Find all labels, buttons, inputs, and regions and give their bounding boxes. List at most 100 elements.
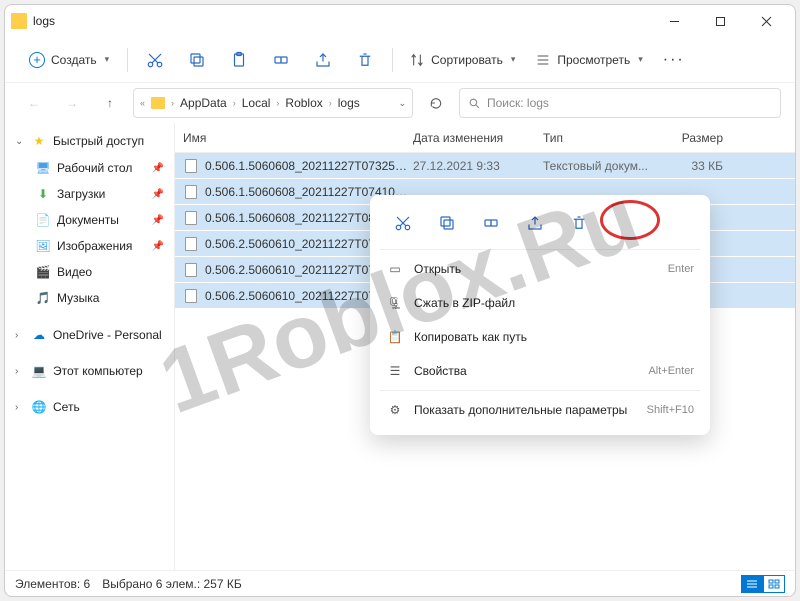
breadcrumb-segment[interactable]: AppData bbox=[178, 96, 229, 110]
sidebar-onedrive[interactable]: › ☁ OneDrive - Personal bbox=[5, 321, 174, 349]
paste-button[interactable] bbox=[220, 43, 258, 77]
file-name: 0.506.1.5060608_20211227T073259Z_Playe..… bbox=[205, 159, 413, 173]
file-type: Текстовый докум... bbox=[543, 159, 653, 173]
column-name[interactable]: Имя bbox=[183, 131, 413, 145]
statusbar: Элементов: 6 Выбрано 6 элем.: 257 КБ bbox=[5, 570, 795, 596]
maximize-button[interactable] bbox=[697, 5, 743, 37]
file-row[interactable]: 0.506.1.5060608_20211227T073259Z_Playe..… bbox=[175, 153, 795, 179]
icons-view-button[interactable] bbox=[763, 575, 785, 593]
cm-label: Открыть bbox=[414, 262, 461, 276]
sidebar-item-downloads[interactable]: ⬇ Загрузки 📌 bbox=[5, 181, 174, 207]
breadcrumb-segment[interactable]: Roblox bbox=[283, 96, 324, 110]
chevron-down-icon: ▾ bbox=[511, 54, 516, 65]
minimize-button[interactable] bbox=[651, 5, 697, 37]
chevron-down-icon: ▾ bbox=[638, 54, 643, 65]
search-icon bbox=[468, 97, 481, 110]
view-label: Просмотреть bbox=[557, 53, 630, 67]
document-icon: 📄 bbox=[35, 212, 51, 228]
details-view-button[interactable] bbox=[741, 575, 763, 593]
forward-button[interactable]: → bbox=[57, 89, 87, 117]
cm-copy-button[interactable] bbox=[428, 207, 466, 239]
music-icon: 🎵 bbox=[35, 290, 51, 306]
more-button[interactable]: ··· bbox=[655, 51, 693, 69]
share-button[interactable] bbox=[304, 43, 342, 77]
back-button[interactable]: ← bbox=[19, 89, 49, 117]
divider bbox=[127, 48, 128, 72]
cm-share-button[interactable] bbox=[516, 207, 554, 239]
view-icon bbox=[535, 52, 551, 68]
more-icon: ⚙ bbox=[386, 401, 404, 419]
cm-properties[interactable]: ☰ Свойства Alt+Enter bbox=[376, 354, 704, 388]
column-type[interactable]: Тип bbox=[543, 131, 653, 145]
cm-zip[interactable]: 🗜 Сжать в ZIP-файл bbox=[376, 286, 704, 320]
sidebar-this-pc[interactable]: › 💻 Этот компьютер bbox=[5, 357, 174, 385]
create-button[interactable]: + Создать ▾ bbox=[19, 46, 119, 74]
sort-label: Сортировать bbox=[431, 53, 503, 67]
sidebar-network[interactable]: › 🌐 Сеть bbox=[5, 393, 174, 421]
copy-path-icon: 📋 bbox=[386, 328, 404, 346]
breadcrumb-segment[interactable]: Local bbox=[240, 96, 273, 110]
chevron-right-icon: › bbox=[329, 98, 332, 108]
sidebar-item-pictures[interactable]: 🖼 Изображения 📌 bbox=[5, 233, 174, 259]
chevron-down-icon[interactable]: ⌄ bbox=[398, 98, 406, 109]
open-icon: ▭ bbox=[386, 260, 404, 278]
chevron-right-icon: › bbox=[276, 98, 279, 108]
cm-cut-button[interactable] bbox=[384, 207, 422, 239]
status-selection: Выбрано 6 элем.: 257 КБ bbox=[102, 577, 242, 591]
search-input[interactable]: Поиск: logs bbox=[459, 88, 781, 118]
close-button[interactable] bbox=[743, 5, 789, 37]
divider bbox=[380, 390, 700, 391]
column-headers: Имя Дата изменения Тип Размер bbox=[175, 123, 795, 153]
create-label: Создать bbox=[51, 53, 97, 67]
pin-icon: 📌 bbox=[152, 163, 164, 174]
sort-button[interactable]: Сортировать ▾ bbox=[401, 46, 523, 74]
chevron-down-icon: ▾ bbox=[105, 54, 110, 65]
pin-icon: 📌 bbox=[152, 215, 164, 226]
folder-icon bbox=[11, 13, 27, 29]
video-icon: 🎬 bbox=[35, 264, 51, 280]
sidebar-item-music[interactable]: 🎵 Музыка bbox=[5, 285, 174, 311]
rename-button[interactable] bbox=[262, 43, 300, 77]
sidebar-item-label: Музыка bbox=[57, 291, 99, 305]
column-date[interactable]: Дата изменения bbox=[413, 131, 543, 145]
cut-button[interactable] bbox=[136, 43, 174, 77]
sidebar-label: OneDrive - Personal bbox=[53, 328, 162, 342]
cm-open[interactable]: ▭ Открыть Enter bbox=[376, 252, 704, 286]
cm-delete-button[interactable] bbox=[560, 207, 598, 239]
view-button[interactable]: Просмотреть ▾ bbox=[527, 46, 650, 74]
chevron-right-icon: › bbox=[15, 366, 25, 377]
chevron-right-icon: › bbox=[171, 98, 174, 108]
sidebar-item-desktop[interactable]: 🖥 Рабочий стол 📌 bbox=[5, 155, 174, 181]
cm-label: Копировать как путь bbox=[414, 330, 527, 344]
download-icon: ⬇ bbox=[35, 186, 51, 202]
cm-rename-button[interactable] bbox=[472, 207, 510, 239]
context-menu-icons bbox=[376, 203, 704, 247]
desktop-icon: 🖥 bbox=[35, 160, 51, 176]
sidebar-item-label: Видео bbox=[57, 265, 92, 279]
toolbar: + Создать ▾ Сортировать ▾ bbox=[5, 37, 795, 83]
breadcrumb-segment[interactable]: logs bbox=[336, 96, 362, 110]
up-button[interactable]: ↑ bbox=[95, 89, 125, 117]
sidebar-item-label: Изображения bbox=[57, 239, 132, 253]
status-count: Элементов: 6 bbox=[15, 577, 90, 591]
view-toggle bbox=[741, 575, 785, 593]
network-icon: 🌐 bbox=[31, 399, 47, 415]
file-icon bbox=[183, 262, 199, 278]
cm-label: Свойства bbox=[414, 364, 467, 378]
window-title: logs bbox=[33, 14, 55, 28]
refresh-button[interactable] bbox=[421, 89, 451, 117]
column-size[interactable]: Размер bbox=[653, 131, 723, 145]
plus-icon: + bbox=[29, 52, 45, 68]
chevron-down-icon: ⌄ bbox=[15, 136, 25, 147]
copy-button[interactable] bbox=[178, 43, 216, 77]
sidebar-quick-access[interactable]: ⌄ ★ Быстрый доступ bbox=[5, 127, 174, 155]
cm-label: Показать дополнительные параметры bbox=[414, 403, 627, 417]
sidebar-item-documents[interactable]: 📄 Документы 📌 bbox=[5, 207, 174, 233]
cm-show-more[interactable]: ⚙ Показать дополнительные параметры Shif… bbox=[376, 393, 704, 427]
sidebar-item-label: Документы bbox=[57, 213, 119, 227]
context-menu: ▭ Открыть Enter 🗜 Сжать в ZIP-файл 📋 Коп… bbox=[370, 195, 710, 435]
sidebar-item-videos[interactable]: 🎬 Видео bbox=[5, 259, 174, 285]
breadcrumb[interactable]: « › AppData › Local › Roblox › logs ⌄ bbox=[133, 88, 413, 118]
cm-copy-path[interactable]: 📋 Копировать как путь bbox=[376, 320, 704, 354]
delete-button[interactable] bbox=[346, 43, 384, 77]
